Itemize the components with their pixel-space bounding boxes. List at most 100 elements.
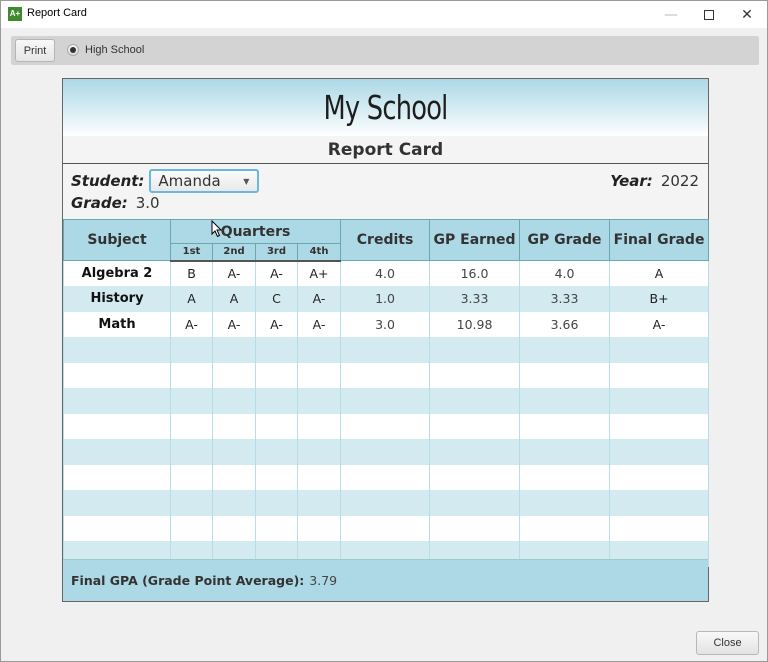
table-row[interactable]: Math A- A- A- A- 3.0 10.98 3.66 A- xyxy=(63,311,710,337)
empty-table-row[interactable] xyxy=(63,337,710,363)
cell-q4 xyxy=(296,464,342,490)
cell-q4 xyxy=(296,439,342,465)
cell-subject xyxy=(63,490,171,516)
empty-table-row[interactable] xyxy=(63,439,710,465)
year-label: Year: xyxy=(610,172,653,190)
print-button[interactable]: Print xyxy=(15,39,55,62)
cell-final-grade: A xyxy=(609,260,710,286)
report-card: My School Report Card Student: Amanda ▼ … xyxy=(62,78,710,602)
cell-gp-earned xyxy=(429,362,521,388)
cell-gp-earned: 3.33 xyxy=(429,286,521,312)
header-gp-grade[interactable]: GP Grade xyxy=(519,219,611,261)
cell-gp-grade: 4.0 xyxy=(519,260,611,286)
year-value: 2022 xyxy=(660,172,699,190)
cell-q1 xyxy=(170,490,213,516)
header-credits[interactable]: Credits xyxy=(340,219,431,261)
cell-subject xyxy=(63,388,171,414)
cell-gp-grade xyxy=(519,490,611,516)
gpa-label: Final GPA (Grade Point Average): xyxy=(71,573,305,588)
gpa-footer: Final GPA (Grade Point Average): 3.79 xyxy=(63,559,708,601)
cell-final-grade xyxy=(609,464,710,490)
header-q3[interactable]: 3rd xyxy=(255,243,298,262)
cell-credits xyxy=(340,413,431,439)
cell-q2 xyxy=(212,439,256,465)
cell-credits xyxy=(340,388,431,414)
cell-q2 xyxy=(212,515,256,541)
close-button[interactable]: Close xyxy=(696,631,759,655)
cell-final-grade: A- xyxy=(609,311,710,337)
radio-selected-icon xyxy=(67,44,79,56)
empty-table-row[interactable] xyxy=(63,515,710,541)
school-header: My School xyxy=(63,79,708,136)
high-school-radio[interactable]: High School xyxy=(67,44,144,56)
cell-gp-grade xyxy=(519,515,611,541)
radio-label: High School xyxy=(85,44,145,56)
cell-subject xyxy=(63,439,171,465)
empty-table-row[interactable] xyxy=(63,490,710,516)
student-select[interactable]: Amanda ▼ xyxy=(149,169,260,193)
grade-label: Grade: xyxy=(71,194,128,212)
cell-q3 xyxy=(255,515,298,541)
cell-q4: A+ xyxy=(296,260,342,286)
maximize-button[interactable] xyxy=(691,1,727,28)
cell-subject: Algebra 2 xyxy=(63,260,171,286)
window-title: Report Card xyxy=(27,7,87,19)
cell-credits xyxy=(340,362,431,388)
cell-q3: A- xyxy=(255,311,298,337)
school-name: My School xyxy=(323,88,448,127)
cell-gp-grade: 3.66 xyxy=(519,311,611,337)
cell-gp-earned xyxy=(429,490,521,516)
empty-table-row[interactable] xyxy=(63,464,710,490)
cell-q4 xyxy=(296,515,342,541)
chevron-down-icon: ▼ xyxy=(243,176,250,186)
student-info: Student: Amanda ▼ Grade: 3.0 Year: 2022 xyxy=(63,164,708,219)
header-subject[interactable]: Subject xyxy=(63,219,171,261)
report-card-title: Report Card xyxy=(63,136,708,164)
minimize-button[interactable]: — xyxy=(653,1,689,28)
cell-q1 xyxy=(170,362,213,388)
table-row[interactable]: History A A C A- 1.0 3.33 3.33 B+ xyxy=(63,286,710,312)
cell-final-grade xyxy=(609,490,710,516)
cell-credits: 1.0 xyxy=(340,286,431,312)
cell-q1 xyxy=(170,515,213,541)
cell-q3 xyxy=(255,413,298,439)
cell-credits xyxy=(340,490,431,516)
cell-gp-grade xyxy=(519,388,611,414)
cell-q2 xyxy=(212,413,256,439)
header-q4[interactable]: 4th xyxy=(296,243,342,262)
cell-q2 xyxy=(212,490,256,516)
cell-subject: History xyxy=(63,286,171,312)
cell-gp-earned xyxy=(429,337,521,363)
cell-gp-earned: 10.98 xyxy=(429,311,521,337)
header-q2[interactable]: 2nd xyxy=(212,243,256,262)
cell-q4 xyxy=(296,362,342,388)
grade-value: 3.0 xyxy=(135,194,160,212)
empty-table-row[interactable] xyxy=(63,388,710,414)
mouse-cursor-icon xyxy=(211,220,223,238)
cell-q2: A xyxy=(212,286,256,312)
cell-subject xyxy=(63,413,171,439)
empty-table-row[interactable] xyxy=(63,362,710,388)
close-window-button[interactable]: ✕ xyxy=(729,1,765,28)
cell-q2 xyxy=(212,464,256,490)
cell-q4: A- xyxy=(296,286,342,312)
cell-q3 xyxy=(255,337,298,363)
cell-credits xyxy=(340,464,431,490)
app-icon: A+ xyxy=(8,7,22,21)
cell-credits: 4.0 xyxy=(340,260,431,286)
cell-q4 xyxy=(296,388,342,414)
cell-gp-earned xyxy=(429,515,521,541)
cell-final-grade xyxy=(609,337,710,363)
header-gp-earned[interactable]: GP Earned xyxy=(429,219,521,261)
minimize-icon: — xyxy=(664,6,678,23)
header-final-grade[interactable]: Final Grade xyxy=(609,219,710,261)
header-q1[interactable]: 1st xyxy=(170,243,213,262)
empty-table-row[interactable] xyxy=(63,413,710,439)
table-row[interactable]: Algebra 2 B A- A- A+ 4.0 16.0 4.0 A xyxy=(63,260,710,286)
grades-table: Subject Quarters Credits GP Earned GP Gr… xyxy=(63,219,710,567)
cell-q4: A- xyxy=(296,311,342,337)
cell-subject xyxy=(63,337,171,363)
cell-q2 xyxy=(212,388,256,414)
cell-final-grade xyxy=(609,388,710,414)
cell-subject xyxy=(63,362,171,388)
